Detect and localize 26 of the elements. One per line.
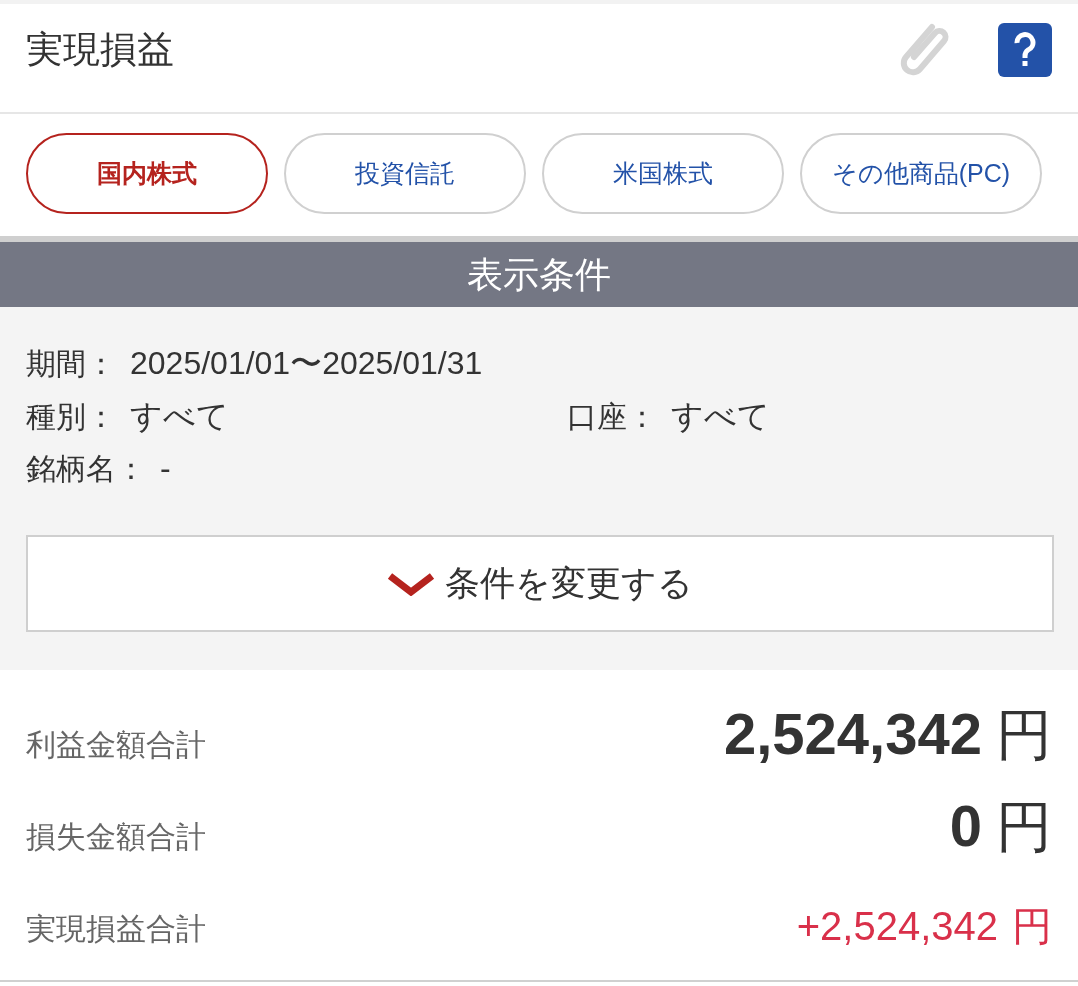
amount-value: +2,524,342 — [796, 903, 998, 949]
category-tab[interactable]: 米国株式 — [542, 133, 784, 214]
amount-value: 0 — [949, 792, 982, 859]
amount-value: 2,524,342 — [723, 700, 982, 767]
summary-label: 実現損益合計 — [26, 909, 206, 948]
change-conditions-button[interactable]: 条件を変更する — [26, 535, 1054, 632]
category-tab[interactable]: 国内株式 — [26, 133, 268, 214]
summary-label: 利益金額合計 — [26, 725, 206, 764]
chevron-down-icon — [387, 571, 435, 596]
condition-value: すべて — [671, 397, 770, 434]
currency-unit: 円 — [1012, 902, 1052, 950]
condition-label: 種別： — [26, 398, 116, 434]
condition-label: 口座： — [567, 398, 657, 434]
category-tab[interactable]: 投資信託 — [284, 133, 526, 214]
help-icon[interactable] — [998, 23, 1052, 77]
section-header: 表示条件 — [0, 236, 1078, 307]
condition-label: 期間： — [26, 345, 116, 381]
condition-label: 銘柄名： — [26, 451, 146, 486]
currency-unit: 円 — [996, 702, 1052, 768]
condition-value: すべて — [130, 397, 229, 434]
condition-value: 2025/01/01〜2025/01/31 — [130, 344, 483, 381]
summary-label: 損失金額合計 — [26, 817, 206, 856]
condition-value: - — [160, 450, 171, 486]
page-title: 実現損益 — [26, 27, 174, 73]
category-tab[interactable]: その他商品(PC) — [800, 133, 1042, 214]
currency-unit: 円 — [996, 794, 1052, 860]
